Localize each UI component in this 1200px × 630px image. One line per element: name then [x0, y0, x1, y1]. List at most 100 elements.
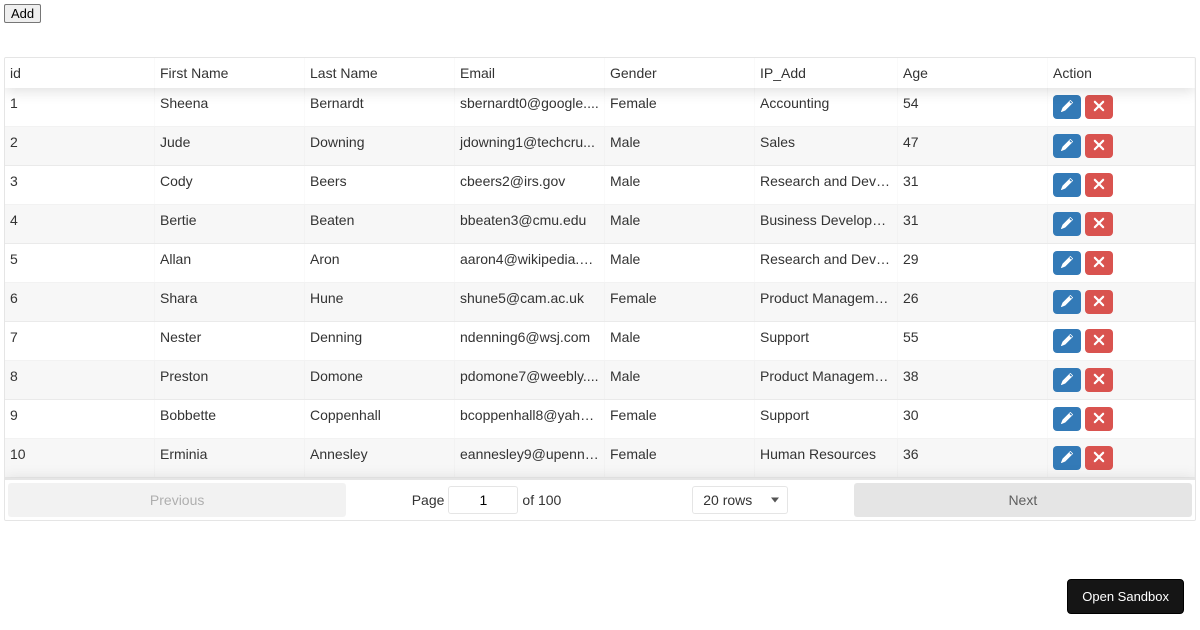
pencil-icon — [1061, 255, 1073, 271]
table-header-row: id First Name Last Name Email Gender IP_… — [5, 58, 1195, 88]
x-icon — [1093, 411, 1105, 427]
table-row: 10ErminiaAnnesleyeannesley9@upenn....Fem… — [5, 439, 1195, 478]
open-sandbox-button[interactable]: Open Sandbox — [1067, 579, 1184, 614]
cell-ip-add: Research and Devel... — [755, 244, 898, 282]
table-row: 7NesterDenningndenning6@wsj.comMaleSuppo… — [5, 322, 1195, 361]
x-icon — [1093, 294, 1105, 310]
edit-button[interactable] — [1053, 173, 1081, 197]
edit-button[interactable] — [1053, 290, 1081, 314]
edit-button[interactable] — [1053, 368, 1081, 392]
cell-id: 1 — [5, 88, 155, 126]
cell-first-name: Shara — [155, 283, 305, 321]
cell-gender: Male — [605, 205, 755, 243]
cell-id: 9 — [5, 400, 155, 438]
delete-button[interactable] — [1085, 446, 1113, 470]
x-icon — [1093, 450, 1105, 466]
cell-last-name: Bernardt — [305, 88, 455, 126]
cell-gender: Male — [605, 322, 755, 360]
delete-button[interactable] — [1085, 251, 1113, 275]
previous-button[interactable]: Previous — [8, 483, 346, 517]
cell-ip-add: Product Management — [755, 361, 898, 399]
delete-button[interactable] — [1085, 290, 1113, 314]
cell-gender: Female — [605, 88, 755, 126]
cell-age: 31 — [898, 205, 1048, 243]
cell-age: 30 — [898, 400, 1048, 438]
cell-age: 31 — [898, 166, 1048, 204]
cell-action — [1048, 322, 1195, 360]
cell-ip-add: Business Developme... — [755, 205, 898, 243]
cell-id: 3 — [5, 166, 155, 204]
cell-id: 8 — [5, 361, 155, 399]
delete-button[interactable] — [1085, 173, 1113, 197]
col-header-id[interactable]: id — [5, 58, 155, 88]
next-button[interactable]: Next — [854, 483, 1192, 517]
edit-button[interactable] — [1053, 251, 1081, 275]
table-row: 8PrestonDomonepdomone7@weebly....MalePro… — [5, 361, 1195, 400]
cell-age: 55 — [898, 322, 1048, 360]
cell-first-name: Sheena — [155, 88, 305, 126]
cell-gender: Male — [605, 244, 755, 282]
edit-button[interactable] — [1053, 446, 1081, 470]
edit-button[interactable] — [1053, 407, 1081, 431]
cell-first-name: Erminia — [155, 439, 305, 477]
cell-ip-add: Support — [755, 400, 898, 438]
cell-last-name: Domone — [305, 361, 455, 399]
col-header-age[interactable]: Age — [898, 58, 1048, 88]
col-header-first-name[interactable]: First Name — [155, 58, 305, 88]
delete-button[interactable] — [1085, 368, 1113, 392]
cell-last-name: Denning — [305, 322, 455, 360]
cell-first-name: Cody — [155, 166, 305, 204]
cell-id: 7 — [5, 322, 155, 360]
table-row: 4BertieBeatenbbeaten3@cmu.eduMaleBusines… — [5, 205, 1195, 244]
cell-email: eannesley9@upenn.... — [455, 439, 605, 477]
col-header-action[interactable]: Action — [1048, 58, 1195, 88]
pencil-icon — [1061, 177, 1073, 193]
delete-button[interactable] — [1085, 134, 1113, 158]
cell-email: cbeers2@irs.gov — [455, 166, 605, 204]
table-row: 6SharaHuneshune5@cam.ac.ukFemaleProduct … — [5, 283, 1195, 322]
cell-first-name: Bertie — [155, 205, 305, 243]
delete-button[interactable] — [1085, 95, 1113, 119]
cell-last-name: Beaten — [305, 205, 455, 243]
edit-button[interactable] — [1053, 134, 1081, 158]
page-input[interactable] — [448, 486, 518, 514]
edit-button[interactable] — [1053, 212, 1081, 236]
x-icon — [1093, 372, 1105, 388]
edit-button[interactable] — [1053, 329, 1081, 353]
col-header-last-name[interactable]: Last Name — [305, 58, 455, 88]
delete-button[interactable] — [1085, 212, 1113, 236]
cell-action — [1048, 283, 1195, 321]
add-button[interactable]: Add — [4, 4, 41, 23]
delete-button[interactable] — [1085, 407, 1113, 431]
col-header-email[interactable]: Email — [455, 58, 605, 88]
cell-age: 36 — [898, 439, 1048, 477]
delete-button[interactable] — [1085, 329, 1113, 353]
edit-button[interactable] — [1053, 95, 1081, 119]
cell-action — [1048, 205, 1195, 243]
cell-email: ndenning6@wsj.com — [455, 322, 605, 360]
page-size-select[interactable]: 20 rows — [692, 486, 788, 514]
cell-id: 2 — [5, 127, 155, 165]
cell-ip-add: Research and Devel... — [755, 166, 898, 204]
cell-action — [1048, 439, 1195, 477]
cell-age: 47 — [898, 127, 1048, 165]
cell-last-name: Coppenhall — [305, 400, 455, 438]
page-total: of 100 — [522, 492, 561, 508]
pencil-icon — [1061, 411, 1073, 427]
col-header-gender[interactable]: Gender — [605, 58, 755, 88]
table-row: 2JudeDowningjdowning1@techcru...MaleSale… — [5, 127, 1195, 166]
cell-age: 38 — [898, 361, 1048, 399]
page-label: Page — [412, 492, 445, 508]
cell-first-name: Bobbette — [155, 400, 305, 438]
cell-gender: Male — [605, 166, 755, 204]
col-header-ip-add[interactable]: IP_Add — [755, 58, 898, 88]
cell-last-name: Aron — [305, 244, 455, 282]
pencil-icon — [1061, 372, 1073, 388]
cell-id: 10 — [5, 439, 155, 477]
cell-gender: Female — [605, 283, 755, 321]
pagination-bar: Previous Page of 100 20 rows Next — [5, 478, 1195, 520]
cell-action — [1048, 88, 1195, 126]
x-icon — [1093, 255, 1105, 271]
pencil-icon — [1061, 99, 1073, 115]
cell-email: bcoppenhall8@yaho... — [455, 400, 605, 438]
